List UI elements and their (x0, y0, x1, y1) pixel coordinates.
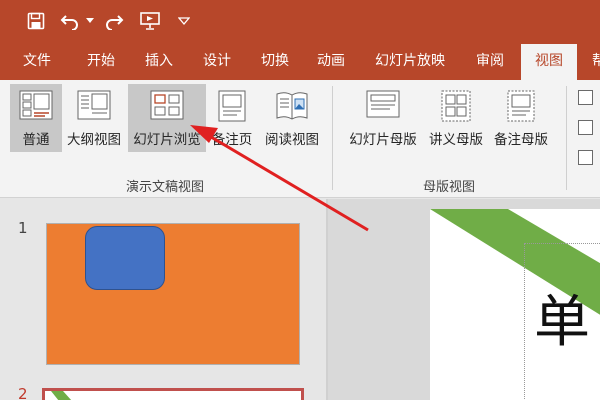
tab-animations[interactable]: 动画 (306, 42, 356, 80)
outline-view-label: 大纲视图 (67, 132, 121, 148)
notes-master-icon (507, 90, 535, 126)
rounded-rectangle-shape (85, 226, 165, 290)
start-from-beginning-icon[interactable] (138, 9, 162, 33)
gridlines-checkbox[interactable] (578, 120, 593, 135)
slide-number: 2 (18, 385, 28, 400)
outline-view-icon (77, 90, 111, 124)
group-separator (332, 86, 333, 190)
notes-page-label: 备注页 (211, 132, 253, 148)
notes-page-icon (218, 90, 246, 126)
outline-view-button[interactable]: 大纲视图 (62, 84, 126, 152)
slide-thumbnails-pane: 1 2 (0, 199, 326, 400)
tab-view[interactable]: 视图 (521, 44, 577, 80)
tab-file[interactable]: 文件 (12, 42, 62, 80)
slide-sorter-button[interactable]: 幻灯片浏览 (128, 84, 206, 152)
tab-transitions[interactable]: 切换 (250, 42, 300, 80)
reading-view-button[interactable]: 阅读视图 (260, 84, 324, 152)
title-bar (0, 0, 600, 42)
slide-sorter-icon (150, 90, 184, 124)
normal-view-label: 普通 (22, 132, 50, 148)
master-views-group-label: 母版视图 (422, 180, 475, 195)
tab-slide-show[interactable]: 幻灯片放映 (364, 42, 456, 80)
slide-thumbnail-selected[interactable] (42, 388, 304, 400)
tab-review[interactable]: 审阅 (464, 42, 516, 80)
reading-view-icon (275, 90, 309, 126)
group-separator (566, 86, 567, 190)
slide-master-button[interactable]: 幻灯片母版 (342, 84, 424, 152)
undo-dropdown-icon[interactable] (84, 9, 96, 33)
tab-home[interactable]: 开始 (76, 42, 126, 80)
customize-qat-icon[interactable] (176, 9, 192, 33)
handout-master-button[interactable]: 讲义母版 (424, 84, 488, 152)
ribbon-view: 普通 大纲视图 幻灯片浏览 备注页 阅读视图 演示文稿视图 幻灯片母版 讲义母版… (0, 80, 600, 198)
undo-icon[interactable] (58, 9, 82, 33)
redo-icon[interactable] (102, 9, 126, 33)
normal-view-button[interactable]: 普通 (10, 84, 62, 152)
tab-insert[interactable]: 插入 (134, 42, 184, 80)
tab-design[interactable]: 设计 (192, 42, 242, 80)
ribbon-tabs: 文件 开始 插入 设计 切换 动画 幻灯片放映 审阅 视图 帮 (0, 42, 600, 80)
powerpoint-window: 文件 开始 插入 设计 切换 动画 幻灯片放映 审阅 视图 帮 普通 大纲视图 (0, 0, 600, 400)
slide-canvas[interactable]: 单 (430, 209, 600, 400)
slide-number: 1 (18, 219, 28, 237)
slide-master-icon (366, 90, 400, 124)
slide-thumbnail[interactable] (46, 223, 300, 365)
notes-master-button[interactable]: 备注母版 (488, 84, 554, 152)
presentation-views-group-label: 演示文稿视图 (125, 180, 204, 195)
notes-page-button[interactable]: 备注页 (206, 84, 258, 152)
green-band-shape (51, 391, 72, 400)
slide-title-text[interactable]: 单 (534, 293, 590, 353)
normal-view-icon (19, 90, 53, 124)
ruler-checkbox[interactable] (578, 90, 593, 105)
handout-master-icon (441, 90, 471, 126)
notes-master-label: 备注母版 (494, 132, 548, 148)
handout-master-label: 讲义母版 (429, 132, 483, 148)
tab-help[interactable]: 帮 (584, 42, 600, 80)
slide-editor-pane: 单 (328, 199, 600, 400)
save-icon[interactable] (24, 9, 48, 33)
reading-view-label: 阅读视图 (265, 132, 319, 148)
slide-sorter-label: 幻灯片浏览 (133, 132, 201, 148)
guides-checkbox[interactable] (578, 150, 593, 165)
slide-master-label: 幻灯片母版 (349, 132, 417, 148)
